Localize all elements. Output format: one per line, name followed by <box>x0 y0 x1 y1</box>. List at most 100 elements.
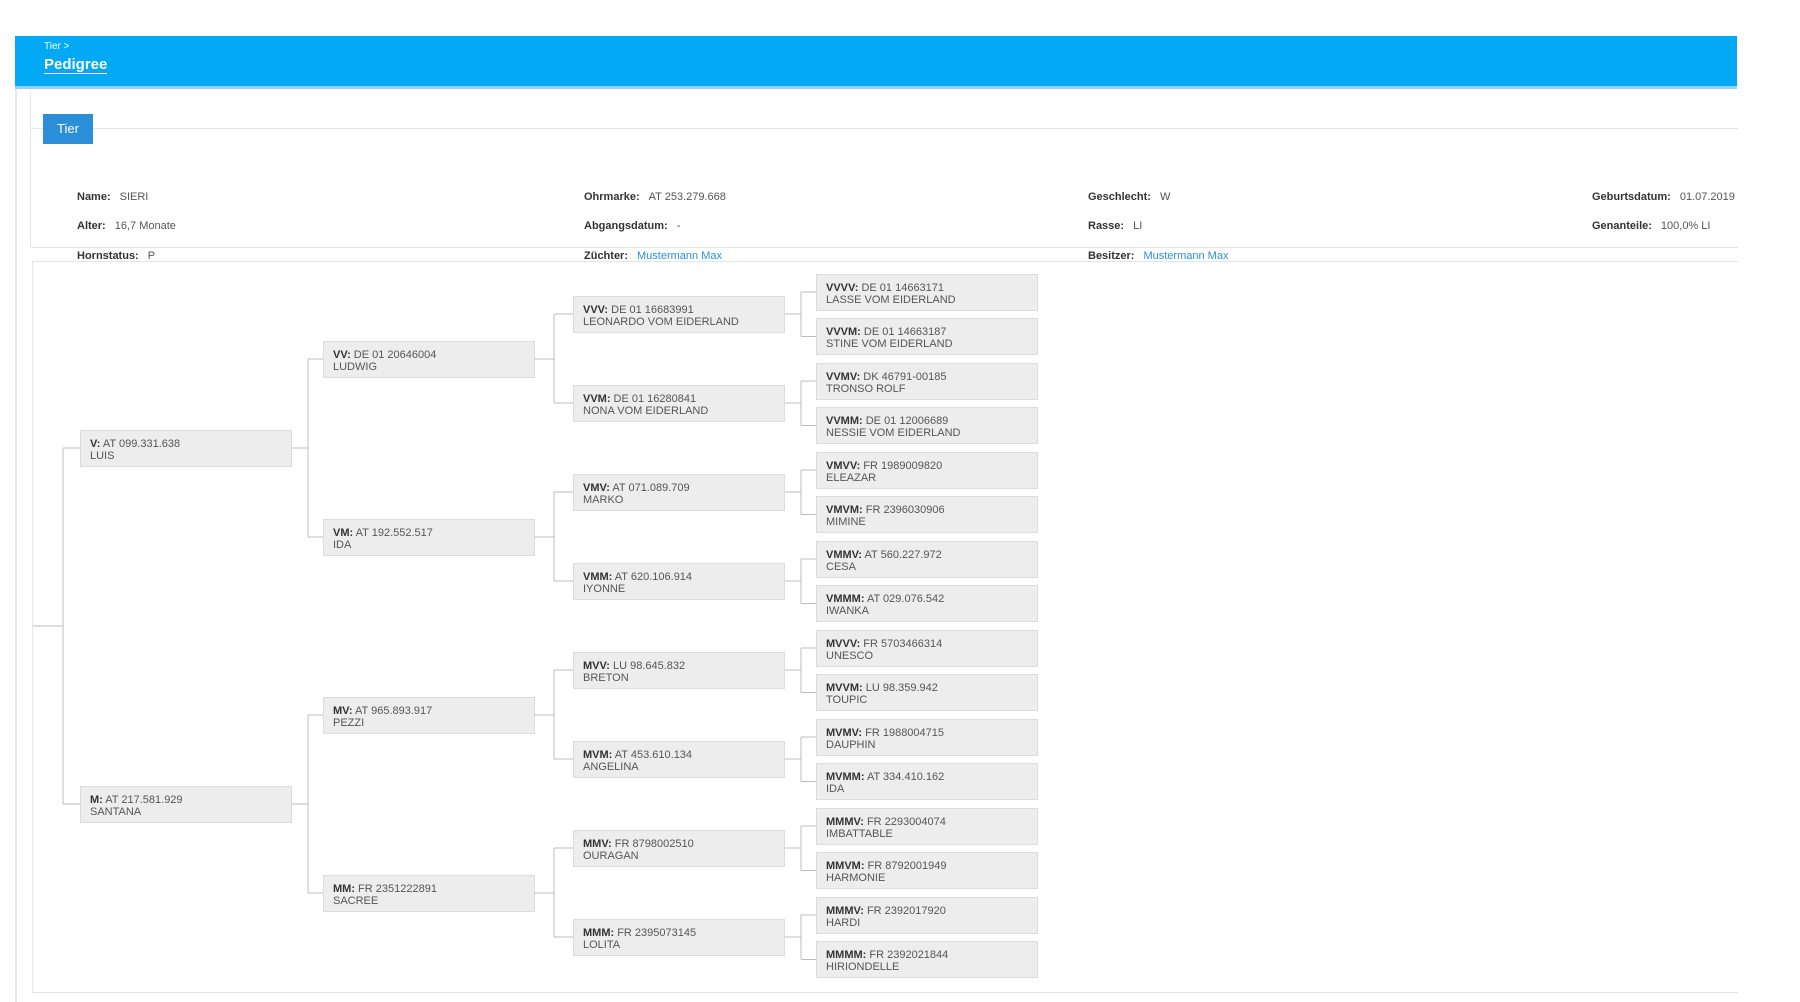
pedigree-node-vmvv[interactable]: VMVV: FR 1989009820 ELEAZAR <box>816 451 1038 489</box>
node-name: UNESCO <box>826 649 874 662</box>
node-id: AT 560.227.972 <box>862 548 942 561</box>
node-code: MMM: <box>583 926 615 939</box>
node-id: LU 98.645.832 <box>609 659 686 672</box>
node-name: ANGELINA <box>583 760 639 773</box>
pedigree-node-mmm[interactable]: MMM: FR 2395073145 LOLITA <box>573 918 785 956</box>
field-value: 16,7 Monate <box>114 220 176 232</box>
field-geschlecht: Geschlecht: W <box>1088 191 1170 203</box>
node-name: NONA VOM EIDERLAND <box>583 404 709 417</box>
app-frame: Tier > Pedigree Tier Name: SIERI Alter: 16… <box>15 36 1738 1002</box>
pedigree-node-mvvm[interactable]: MVVM: LU 98.359.942 TOUPIC <box>816 674 1038 711</box>
field-label: Abgangsdatum: <box>584 220 668 232</box>
field-label: Ohrmarke: <box>584 191 640 203</box>
pedigree-node-mmmv[interactable]: MMMV: FR 2293004074 IMBATTABLE <box>816 807 1038 845</box>
node-name: LEONARDO VOM EIDERLAND <box>583 315 739 328</box>
node-code: VVVM: <box>826 326 861 338</box>
pedigree-node-vvvv[interactable]: VVVV: DE 01 14663171 LASSE VOM EIDERLAND <box>816 273 1038 311</box>
node-code: MMV: <box>583 837 612 850</box>
node-id: AT 099.331.638 <box>100 437 181 450</box>
node-code: VVMV: <box>826 370 861 383</box>
pedigree-node-vvm[interactable]: VVM: DE 01 16280841 NONA VOM EIDERLAND <box>573 384 785 422</box>
pedigree-node-mvm[interactable]: MVM: AT 453.610.134 ANGELINA <box>573 740 785 778</box>
pedigree-node-vmm[interactable]: VMM: AT 620.106.914 IYONNE <box>573 562 785 600</box>
tab-tier[interactable]: Tier <box>43 114 93 144</box>
breadcrumb[interactable]: Tier > <box>44 41 69 52</box>
node-code: MVV: <box>583 659 610 672</box>
node-code: VMV: <box>583 481 610 494</box>
pedigree-node-vvmv[interactable]: VVMV: DK 46791-00185 TRONSO ROLF <box>816 362 1038 400</box>
node-name: TRONSO ROLF <box>826 382 906 395</box>
node-name: TOUPIC <box>826 694 868 706</box>
pedigree-node-vmmm[interactable]: VMMM: AT 029.076.542 IWANKA <box>816 585 1038 622</box>
field-value: LI <box>1133 220 1143 232</box>
node-id: FR 1988004715 <box>862 726 945 739</box>
field-label: Geschlecht: <box>1088 191 1151 203</box>
node-code: MM: <box>333 882 355 895</box>
pedigree-node-v[interactable]: V: AT 099.331.638 LUIS <box>80 429 292 467</box>
node-id: AT 071.089.709 <box>609 481 690 494</box>
field-value: 01.07.2019 <box>1679 191 1735 203</box>
node-name: LOLITA <box>583 938 621 951</box>
node-id: LU 98.359.942 <box>862 682 938 694</box>
pedigree-node-mvmm[interactable]: MVMM: AT 334.410.162 IDA <box>816 763 1038 800</box>
node-name: LASSE VOM EIDERLAND <box>826 293 956 306</box>
node-name: IWANKA <box>826 605 869 617</box>
node-name: BRETON <box>583 671 629 684</box>
node-name: NESSIE VOM EIDERLAND <box>826 427 961 439</box>
pedigree-node-vmv[interactable]: VMV: AT 071.089.709 MARKO <box>573 473 785 511</box>
node-name: MARKO <box>583 493 624 506</box>
node-name: MIMINE <box>826 516 866 528</box>
node-code: MVMM: <box>826 771 865 783</box>
pedigree-node-mv[interactable]: MV: AT 965.893.917 PEZZI <box>323 696 535 734</box>
node-name: SACREE <box>333 894 379 907</box>
pedigree-node-mmmv[interactable]: MMMV: FR 2392017920 HARDI <box>816 896 1038 934</box>
node-name: HIRIONDELLE <box>826 961 900 973</box>
pedigree-node-vvv[interactable]: VVV: DE 01 16683991 LEONARDO VOM EIDERLAN… <box>573 295 785 333</box>
pedigree-tree: V: AT 099.331.638 LUIS M: AT 217.581.929 SA… <box>32 261 1738 993</box>
node-name: STINE VOM EIDERLAND <box>826 338 953 350</box>
node-id: DE 01 14663187 <box>860 326 947 338</box>
node-id: AT 965.893.917 <box>352 704 433 717</box>
node-id: AT 192.552.517 <box>353 526 433 539</box>
node-id: FR 8798002510 <box>611 837 694 850</box>
pedigree-node-mvvv[interactable]: MVVV: FR 5703466314 UNESCO <box>816 629 1038 667</box>
node-name: CESA <box>826 560 856 573</box>
pedigree-node-mmv[interactable]: MMV: FR 8798002510 OURAGAN <box>573 829 785 867</box>
node-name: IMBATTABLE <box>826 827 893 840</box>
node-id: FR 5703466314 <box>860 637 943 650</box>
pedigree-node-vmvm[interactable]: VMVM: FR 2396030906 MIMINE <box>816 496 1038 533</box>
field-label: Alter: <box>77 220 106 232</box>
node-name: IDA <box>333 538 352 551</box>
node-id: FR 2396030906 <box>862 504 945 516</box>
field-value: SIERI <box>119 191 149 203</box>
node-id: DK 46791-00185 <box>860 370 947 383</box>
pedigree-node-mmmm[interactable]: MMMM: FR 2392021844 HIRIONDELLE <box>816 941 1038 978</box>
node-code: VVVV: <box>826 281 859 294</box>
node-name: ELEAZAR <box>826 471 877 484</box>
node-id: FR 2395073145 <box>614 926 697 939</box>
node-code: VMVM: <box>826 504 863 516</box>
node-code: MV: <box>333 704 353 717</box>
node-id: FR 2351222891 <box>355 882 437 895</box>
pedigree-node-m[interactable]: M: AT 217.581.929 SANTANA <box>80 785 292 823</box>
tab-underline <box>31 128 1738 129</box>
node-id: FR 2392017920 <box>863 904 946 917</box>
pedigree-node-mvmv[interactable]: MVMV: FR 1988004715 DAUPHIN <box>816 718 1038 756</box>
pedigree-node-vvvm[interactable]: VVVM: DE 01 14663187 STINE VOM EIDERLAND <box>816 318 1038 355</box>
field-genanteile: Genanteile: 100,0% LI <box>1592 220 1710 232</box>
field-geburtsdatum: Geburtsdatum: 01.07.2019 <box>1592 191 1735 203</box>
node-code: VV: <box>333 348 351 361</box>
page-title: Pedigree <box>44 56 108 74</box>
pedigree-node-mmvm[interactable]: MMVM: FR 8792001949 HARMONIE <box>816 852 1038 889</box>
pedigree-node-vm[interactable]: VM: AT 192.552.517 IDA <box>323 518 535 556</box>
node-id: FR 2293004074 <box>863 815 946 828</box>
pedigree-node-mm[interactable]: MM: FR 2351222891 SACREE <box>323 874 535 912</box>
pedigree-node-vv[interactable]: VV: DE 01 20646004 LUDWIG <box>323 340 535 378</box>
pedigree-node-vvmm[interactable]: VVMM: DE 01 12006689 NESSIE VOM EIDERLAND <box>816 407 1038 444</box>
field-rasse: Rasse: LI <box>1088 220 1142 232</box>
pedigree-node-vmmv[interactable]: VMMV: AT 560.227.972 CESA <box>816 540 1038 578</box>
node-code: MVVV: <box>826 637 861 650</box>
node-id: DE 01 12006689 <box>862 415 949 427</box>
node-name: LUDWIG <box>333 360 377 373</box>
pedigree-node-mvv[interactable]: MVV: LU 98.645.832 BRETON <box>573 651 785 689</box>
